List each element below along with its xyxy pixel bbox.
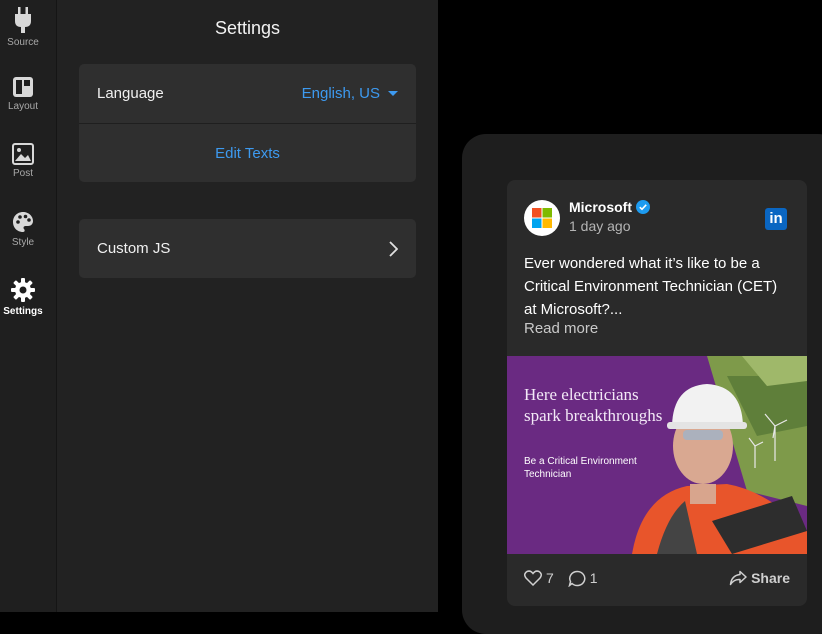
gear-icon bbox=[11, 278, 35, 302]
rail-label-post: Post bbox=[12, 168, 33, 179]
custom-js-card[interactable]: Custom JS bbox=[79, 219, 416, 278]
image-subline: Be a Critical Environment Technician bbox=[524, 456, 637, 480]
verified-badge-icon bbox=[636, 200, 650, 214]
layout-icon bbox=[13, 77, 33, 97]
panel-title: Settings bbox=[214, 18, 281, 38]
post-image[interactable]: Here electricians spark breakthroughs Be… bbox=[507, 356, 807, 554]
rail-item-style[interactable]: Style bbox=[0, 210, 46, 248]
image-headline: Here electricians spark breakthroughs bbox=[524, 385, 663, 425]
share-button[interactable]: Share bbox=[729, 570, 790, 586]
language-select[interactable]: English, US bbox=[302, 85, 398, 102]
custom-js-row[interactable]: Custom JS bbox=[79, 219, 416, 278]
rail-item-layout[interactable]: Layout bbox=[0, 76, 46, 112]
rail-label-style: Style bbox=[11, 237, 35, 248]
edit-texts-row: Edit Texts bbox=[79, 123, 416, 182]
settings-panel: Settings Language English, US Edit Texts… bbox=[57, 0, 438, 612]
rail-item-source[interactable]: Source bbox=[0, 6, 46, 48]
language-row: Language English, US bbox=[79, 64, 416, 123]
share-icon bbox=[729, 570, 747, 586]
image-icon bbox=[12, 143, 34, 165]
rail-label-layout: Layout bbox=[7, 101, 39, 112]
language-label: Language bbox=[97, 85, 164, 102]
language-card: Language English, US Edit Texts bbox=[79, 64, 416, 182]
rail-label-settings: Settings bbox=[3, 306, 43, 317]
chevron-right-icon bbox=[389, 240, 398, 257]
rail-item-settings[interactable]: Settings bbox=[0, 277, 46, 317]
rail-item-post[interactable]: Post bbox=[0, 143, 46, 179]
avatar bbox=[524, 200, 560, 236]
comment-count: 1 bbox=[589, 570, 598, 586]
post-actions: 7 1 Share bbox=[524, 568, 790, 588]
post-time: 1 day ago bbox=[569, 218, 631, 234]
like-count: 7 bbox=[546, 570, 554, 586]
linkedin-icon[interactable]: in bbox=[765, 208, 787, 230]
edit-texts-link[interactable]: Edit Texts bbox=[97, 145, 398, 162]
language-value: English, US bbox=[301, 85, 380, 102]
heart-icon bbox=[524, 570, 542, 586]
comment-button[interactable]: 1 bbox=[568, 570, 598, 587]
left-nav-rail: Source Layout Post Style Settings bbox=[0, 0, 57, 612]
caret-down-icon bbox=[388, 91, 398, 96]
share-label: Share bbox=[751, 570, 790, 586]
microsoft-logo-icon bbox=[532, 208, 552, 228]
plug-icon bbox=[15, 7, 31, 33]
author-name: Microsoft bbox=[569, 199, 632, 215]
linkedin-post-card[interactable]: Microsoft 1 day ago in Ever wondered wha… bbox=[507, 180, 807, 606]
custom-js-label: Custom JS bbox=[97, 240, 171, 257]
post-text: Ever wondered what it’s like to be a Cri… bbox=[524, 255, 778, 318]
comment-icon bbox=[568, 570, 586, 587]
palette-icon bbox=[13, 212, 33, 232]
read-more-link[interactable]: Read more bbox=[524, 320, 598, 337]
rail-label-source: Source bbox=[7, 37, 39, 48]
post-author: Microsoft bbox=[569, 199, 650, 215]
like-button[interactable]: 7 bbox=[524, 570, 554, 586]
